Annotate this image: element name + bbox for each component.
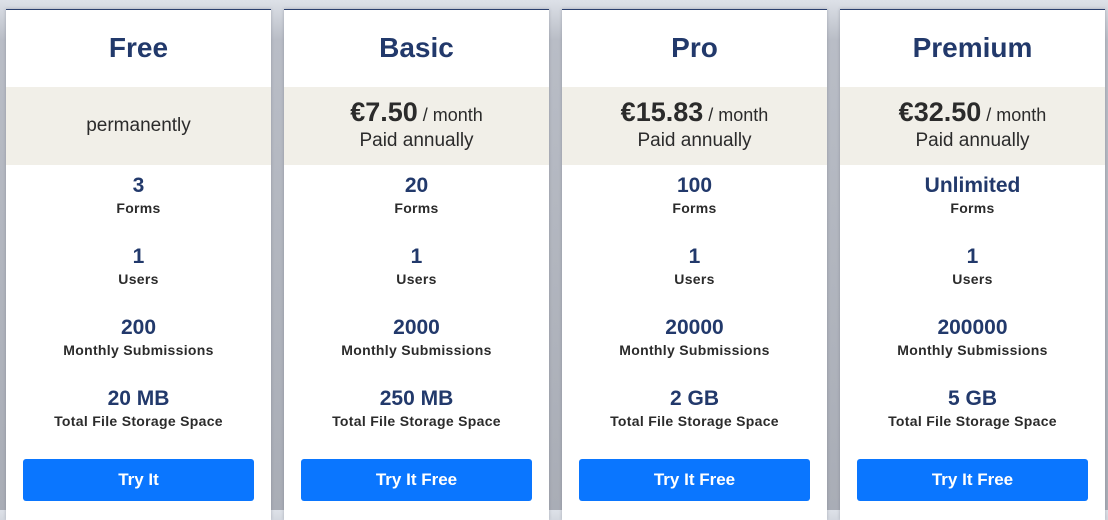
feature-forms: 100 Forms	[562, 173, 827, 244]
feature-value: 2 GB	[669, 387, 719, 410]
feature-value: 200	[120, 316, 157, 339]
feature-label: Monthly Submissions	[897, 342, 1048, 358]
price-period: / month	[986, 104, 1047, 125]
feature-label: Total File Storage Space	[610, 413, 779, 429]
price-band: €32.50 / month Paid annually	[840, 87, 1105, 165]
price-line: €15.83 / month	[620, 96, 769, 128]
feature-storage: 250 MB Total File Storage Space	[284, 386, 549, 457]
feature-label: Users	[952, 271, 993, 287]
feature-label: Users	[674, 271, 715, 287]
feature-submissions: 200000 Monthly Submissions	[840, 315, 1105, 386]
feature-value: 100	[676, 174, 713, 197]
price-band: permanently	[6, 87, 271, 165]
feature-forms: 3 Forms	[6, 173, 271, 244]
feature-value: 1	[410, 245, 423, 268]
feature-value: 5 GB	[947, 387, 997, 410]
feature-forms: 20 Forms	[284, 173, 549, 244]
feature-list: 3 Forms 1 Users 200 Monthly Submissions …	[6, 165, 271, 457]
try-it-button-free[interactable]: Try It	[23, 459, 254, 501]
billing-note: Paid annually	[637, 129, 752, 151]
feature-users: 1 Users	[6, 244, 271, 315]
price-band: €7.50 / month Paid annually	[284, 87, 549, 165]
feature-label: Forms	[394, 200, 439, 216]
feature-value: 1	[966, 245, 979, 268]
feature-label: Monthly Submissions	[63, 342, 214, 358]
price-amount: €7.50	[350, 96, 418, 127]
plan-card-basic: Basic €7.50 / month Paid annually 20 For…	[284, 9, 549, 520]
plan-card-free: Free permanently 3 Forms 1 Users 200 Mon…	[6, 9, 271, 520]
price-note: permanently	[86, 115, 191, 136]
price-band: €15.83 / month Paid annually	[562, 87, 827, 165]
plan-name: Free	[108, 32, 169, 63]
price-period: / month	[708, 104, 769, 125]
feature-value: 2000	[393, 316, 440, 339]
plan-card-premium: Premium €32.50 / month Paid annually Unl…	[840, 9, 1105, 520]
price-amount: €15.83	[620, 96, 704, 127]
billing-note: Paid annually	[915, 129, 1030, 151]
feature-forms: Unlimited Forms	[840, 173, 1105, 244]
plan-name: Premium	[912, 32, 1033, 63]
feature-list: 100 Forms 1 Users 20000 Monthly Submissi…	[562, 165, 827, 457]
feature-label: Total File Storage Space	[332, 413, 501, 429]
feature-label: Users	[396, 271, 437, 287]
plan-name: Pro	[671, 32, 718, 63]
try-it-free-button-basic[interactable]: Try It Free	[301, 459, 532, 501]
feature-value: 200000	[937, 316, 1008, 339]
feature-users: 1 Users	[284, 244, 549, 315]
feature-value: Unlimited	[924, 174, 1021, 197]
feature-storage: 5 GB Total File Storage Space	[840, 386, 1105, 457]
feature-label: Users	[118, 271, 159, 287]
price-amount: €32.50	[898, 96, 982, 127]
feature-label: Forms	[116, 200, 161, 216]
feature-label: Forms	[950, 200, 995, 216]
try-it-free-button-pro[interactable]: Try It Free	[579, 459, 810, 501]
feature-label: Monthly Submissions	[619, 342, 770, 358]
feature-list: Unlimited Forms 1 Users 200000 Monthly S…	[840, 165, 1105, 457]
feature-storage: 2 GB Total File Storage Space	[562, 386, 827, 457]
feature-label: Forms	[672, 200, 717, 216]
feature-label: Total File Storage Space	[54, 413, 223, 429]
feature-users: 1 Users	[562, 244, 827, 315]
feature-list: 20 Forms 1 Users 2000 Monthly Submission…	[284, 165, 549, 457]
feature-submissions: 2000 Monthly Submissions	[284, 315, 549, 386]
feature-value: 1	[132, 245, 145, 268]
feature-submissions: 20000 Monthly Submissions	[562, 315, 827, 386]
price-line: €32.50 / month	[898, 96, 1047, 128]
feature-value: 1	[688, 245, 701, 268]
plan-card-pro: Pro €15.83 / month Paid annually 100 For…	[562, 9, 827, 520]
feature-users: 1 Users	[840, 244, 1105, 315]
feature-value: 20	[404, 174, 429, 197]
feature-label: Total File Storage Space	[888, 413, 1057, 429]
billing-note: Paid annually	[359, 129, 474, 151]
feature-storage: 20 MB Total File Storage Space	[6, 386, 271, 457]
feature-value: 20 MB	[107, 387, 170, 410]
pricing-plans: Free permanently 3 Forms 1 Users 200 Mon…	[0, 0, 1108, 520]
feature-value: 3	[132, 174, 145, 197]
price-line: €7.50 / month	[350, 96, 483, 128]
try-it-free-button-premium[interactable]: Try It Free	[857, 459, 1088, 501]
feature-value: 250 MB	[379, 387, 454, 410]
feature-value: 20000	[665, 316, 724, 339]
feature-label: Monthly Submissions	[341, 342, 492, 358]
price-period: / month	[422, 104, 483, 125]
plan-name: Basic	[379, 32, 454, 63]
feature-submissions: 200 Monthly Submissions	[6, 315, 271, 386]
